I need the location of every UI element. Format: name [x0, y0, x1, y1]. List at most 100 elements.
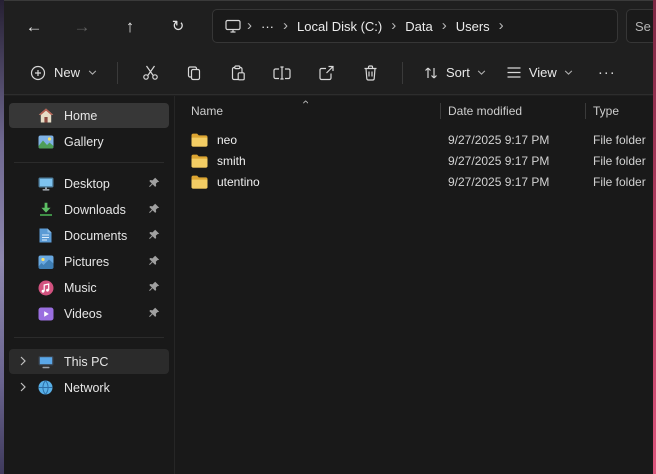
sidebar-item-label: Pictures	[64, 255, 109, 269]
file-type-cell: File folder	[585, 154, 653, 168]
sidebar-item-this-pc[interactable]: This PC	[9, 349, 169, 374]
sidebar-item-label: Documents	[64, 229, 127, 243]
new-button[interactable]: New	[20, 59, 107, 87]
view-list-icon	[506, 66, 522, 79]
share-button[interactable]	[304, 56, 348, 90]
pin-icon	[148, 229, 160, 241]
up-icon: ↑	[126, 18, 135, 35]
downloads-icon	[37, 202, 54, 217]
table-row[interactable]: neo 9/27/2025 9:17 PM File folder	[175, 129, 653, 150]
pin-icon	[148, 255, 160, 267]
rename-button[interactable]	[260, 56, 304, 90]
column-headers: Name › Date modified Type	[175, 96, 653, 126]
this-pc-icon	[37, 355, 54, 369]
search-input[interactable]: Se	[626, 9, 653, 43]
file-date-cell: 9/27/2025 9:17 PM	[440, 133, 585, 147]
documents-icon	[37, 228, 54, 243]
pin-icon	[148, 203, 160, 215]
column-header-label: Type	[593, 104, 619, 118]
sidebar-item-home[interactable]: Home	[9, 103, 169, 128]
copy-button[interactable]	[172, 56, 216, 90]
sidebar-item-gallery[interactable]: Gallery	[9, 129, 169, 154]
window-edge-accent-left	[0, 0, 4, 474]
table-row[interactable]: utentino 9/27/2025 9:17 PM File folder	[175, 171, 653, 192]
music-icon	[37, 280, 54, 296]
file-name: smith	[217, 154, 246, 168]
chevron-down-icon	[88, 70, 97, 75]
back-button[interactable]: ←	[14, 10, 54, 42]
gallery-icon	[37, 135, 54, 149]
column-header-type[interactable]: Type	[585, 96, 653, 126]
pin-icon	[148, 307, 160, 319]
sidebar-item-videos[interactable]: Videos	[9, 301, 169, 326]
desktop-icon	[37, 177, 54, 191]
back-icon: ←	[26, 18, 43, 35]
expand-chevron-icon[interactable]	[20, 382, 26, 392]
sidebar-item-label: Downloads	[64, 203, 126, 217]
file-name-cell: utentino	[175, 175, 440, 189]
file-type-cell: File folder	[585, 133, 653, 147]
address-bar[interactable]: › ··· › Local Disk (C:) › Data › Users ›	[212, 9, 618, 43]
sidebar-item-music[interactable]: Music	[9, 275, 169, 300]
column-header-date-modified[interactable]: Date modified	[440, 96, 585, 126]
sidebar-item-label: Home	[64, 109, 97, 123]
folder-icon	[191, 175, 208, 189]
breadcrumb-segment-drive[interactable]: Local Disk (C:)	[290, 16, 389, 37]
share-icon	[318, 65, 334, 81]
chevron-down-icon	[477, 70, 486, 75]
breadcrumb-overflow-button[interactable]: ···	[254, 16, 281, 37]
refresh-button[interactable]: ↻	[158, 10, 198, 42]
sort-ascending-icon: ›	[299, 100, 311, 104]
column-header-label: Date modified	[448, 104, 522, 118]
sidebar-item-label: Videos	[64, 307, 102, 321]
forward-button[interactable]: →	[62, 10, 102, 42]
paste-button[interactable]	[216, 56, 260, 90]
up-button[interactable]: ↑	[110, 10, 150, 42]
sidebar-item-label: Network	[64, 381, 110, 395]
file-name: neo	[217, 133, 237, 147]
copy-icon	[186, 65, 202, 81]
breadcrumb-segment-data[interactable]: Data	[398, 16, 439, 37]
breadcrumb-segment-users[interactable]: Users	[449, 16, 497, 37]
pin-icon	[148, 281, 160, 293]
search-placeholder-text: Se	[635, 19, 651, 34]
sidebar-item-label: Music	[64, 281, 97, 295]
navigation-pane: Home Gallery	[4, 96, 174, 474]
delete-trash-icon	[363, 65, 378, 81]
pictures-icon	[37, 255, 54, 269]
column-header-label: Name	[191, 104, 223, 118]
videos-icon	[37, 307, 54, 321]
sort-button-label: Sort	[446, 65, 470, 80]
breadcrumb-chevron-icon: ›	[497, 18, 506, 35]
toolbar-separator	[117, 62, 118, 84]
sidebar-item-pictures[interactable]: Pictures	[9, 249, 169, 274]
sidebar-item-documents[interactable]: Documents	[9, 223, 169, 248]
sidebar-item-network[interactable]: Network	[9, 375, 169, 400]
file-name-cell: neo	[175, 133, 440, 147]
sort-button[interactable]: Sort	[413, 59, 496, 86]
new-button-label: New	[54, 65, 80, 80]
file-explorer-window: ← → ↑ ↻ › ··· › Local Disk (C:) › Data ›…	[4, 0, 653, 474]
file-date-cell: 9/27/2025 9:17 PM	[440, 154, 585, 168]
cut-button[interactable]	[128, 56, 172, 90]
new-plus-icon	[30, 65, 46, 81]
column-header-name[interactable]: Name ›	[175, 96, 440, 126]
pin-icon	[148, 177, 160, 189]
view-button[interactable]: View	[496, 59, 583, 86]
expand-chevron-icon[interactable]	[20, 356, 26, 366]
home-icon	[37, 108, 54, 123]
file-name-cell: smith	[175, 154, 440, 168]
file-name: utentino	[217, 175, 260, 189]
folder-icon	[191, 133, 208, 147]
breadcrumb-chevron-icon: ›	[245, 18, 254, 35]
delete-button[interactable]	[348, 56, 392, 90]
sidebar-item-desktop[interactable]: Desktop	[9, 171, 169, 196]
main-area: Home Gallery	[4, 96, 653, 474]
chevron-down-icon	[564, 70, 573, 75]
see-more-button[interactable]: ···	[589, 56, 625, 90]
sidebar-item-label: This PC	[64, 355, 108, 369]
view-button-label: View	[529, 65, 557, 80]
sidebar-item-downloads[interactable]: Downloads	[9, 197, 169, 222]
table-row[interactable]: smith 9/27/2025 9:17 PM File folder	[175, 150, 653, 171]
sidebar-item-label: Gallery	[64, 135, 104, 149]
